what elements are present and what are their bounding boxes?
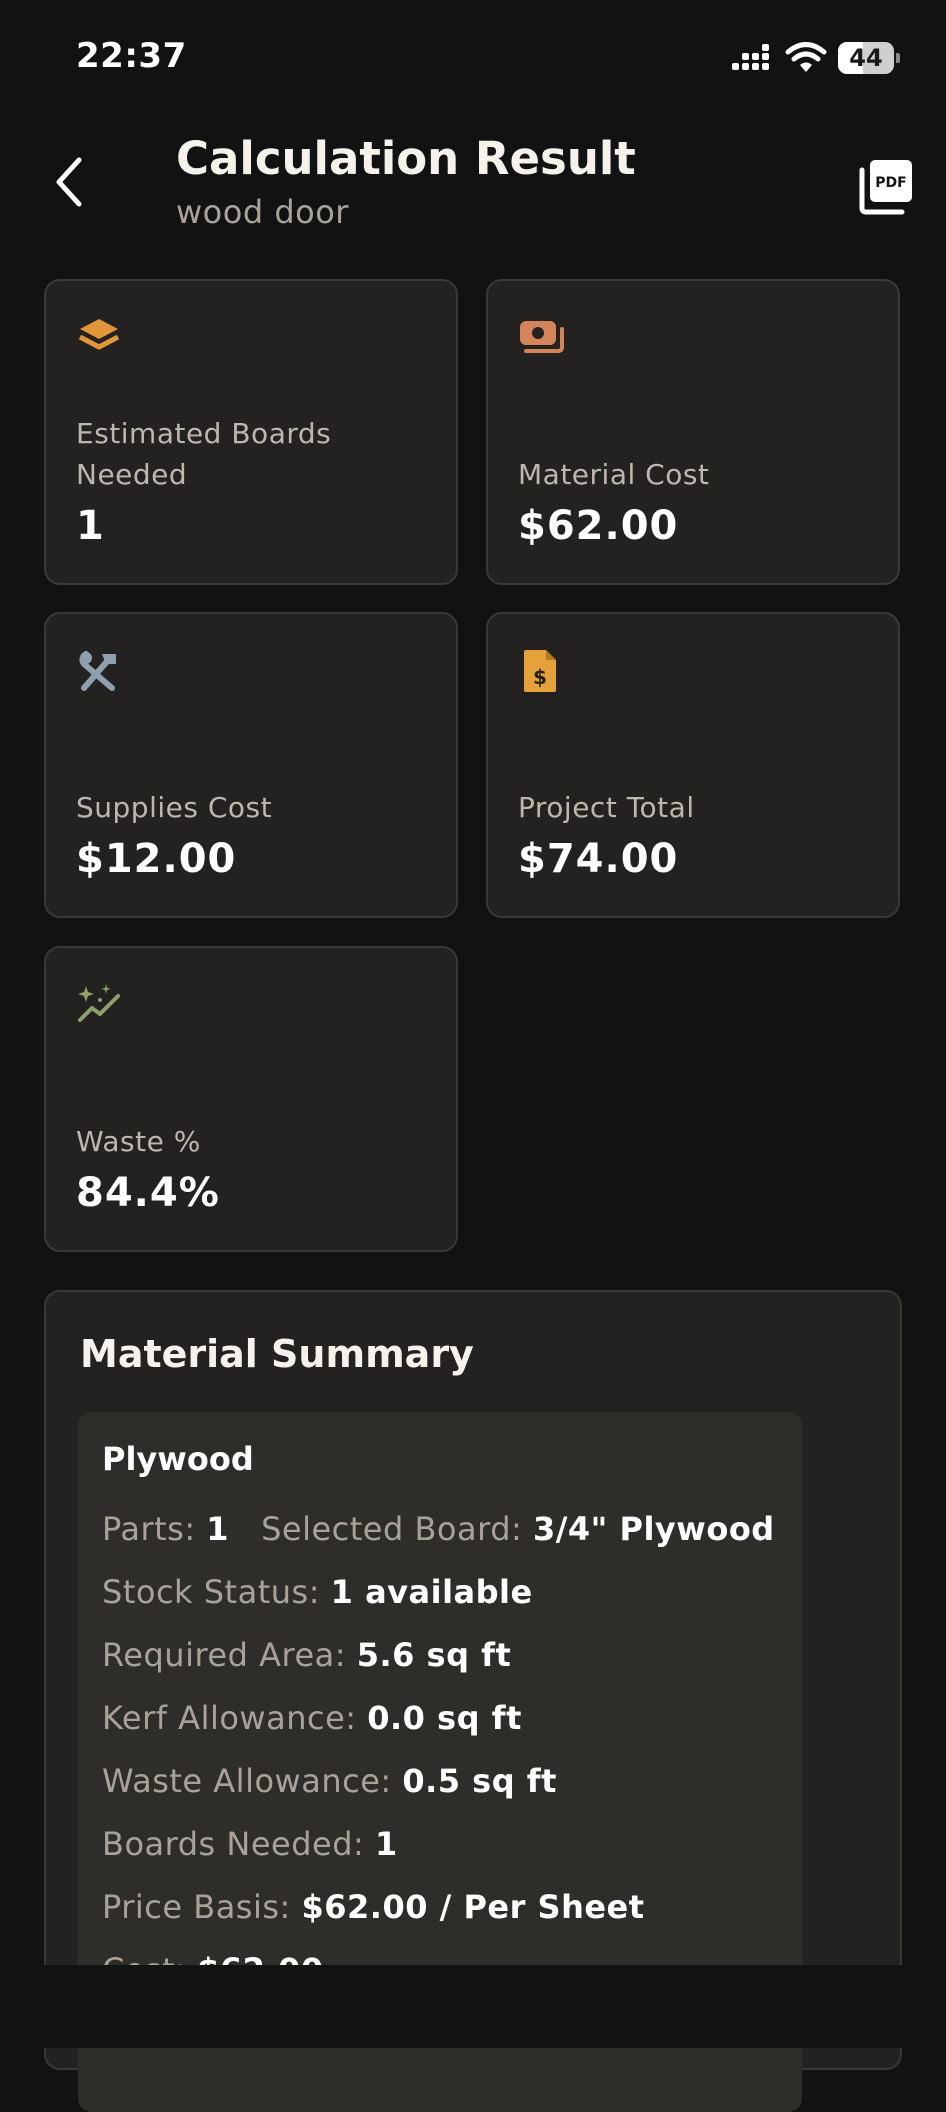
card-label: Project Total <box>518 791 695 824</box>
stock-status-row: Stock Status: 1 available <box>102 1573 533 1611</box>
boards-needed-card: Estimated Boards Needed 1 <box>44 279 458 585</box>
battery-indicator: 44 <box>838 42 900 74</box>
supplies-cost-card: Supplies Cost $12.00 <box>44 612 458 918</box>
page-subtitle: wood door <box>176 193 349 231</box>
card-label: Supplies Cost <box>76 791 273 824</box>
material-cost-card: Material Cost $62.00 <box>486 279 900 585</box>
back-button[interactable] <box>44 150 94 214</box>
cellular-signal-icon <box>732 44 769 70</box>
status-time: 22:37 <box>76 36 187 76</box>
card-value: 1 <box>76 503 105 549</box>
wifi-icon <box>785 42 827 72</box>
svg-text:$: $ <box>533 665 547 689</box>
tools-icon <box>79 651 116 691</box>
kerf-allowance-row: Kerf Allowance: 0.0 sq ft <box>102 1699 522 1737</box>
export-pdf-button[interactable]: PDF <box>856 156 916 216</box>
section-title: Material Summary <box>80 1332 474 1376</box>
boards-needed-row: Boards Needed: 1 <box>102 1825 398 1863</box>
required-area-row: Required Area: 5.6 sq ft <box>102 1636 512 1674</box>
header: Calculation Result wood door PDF <box>0 120 946 250</box>
waste-allowance-row: Waste Allowance: 0.5 sq ft <box>102 1762 557 1800</box>
bottom-area <box>0 1965 946 2048</box>
parts-row: Parts: 1 Selected Board: 3/4" Plywood <box>102 1510 775 1548</box>
card-label: Material Cost <box>518 458 710 491</box>
sparkle-chart-icon <box>78 984 120 1022</box>
card-value: $74.00 <box>518 836 679 882</box>
card-label: Waste % <box>76 1125 201 1158</box>
svg-text:PDF: PDF <box>875 175 906 191</box>
layers-icon <box>78 319 120 350</box>
waste-percent-card: Waste % 84.4% <box>44 946 458 1252</box>
card-label: Estimated Boards Needed <box>76 417 332 491</box>
battery-level: 44 <box>849 44 883 72</box>
status-bar: 22:37 44 <box>0 0 946 120</box>
pdf-icon: PDF <box>859 160 912 215</box>
page-title: Calculation Result <box>176 132 636 185</box>
card-value: $12.00 <box>76 836 237 882</box>
material-name: Plywood <box>102 1440 254 1478</box>
price-basis-row: Price Basis: $62.00 / Per Sheet <box>102 1888 645 1926</box>
invoice-dollar-icon: $ <box>524 650 556 692</box>
chevron-left-icon <box>56 157 82 207</box>
project-total-card: $ Project Total $74.00 <box>486 612 900 918</box>
money-icon <box>520 321 564 353</box>
card-value: 84.4% <box>76 1170 220 1216</box>
material-summary-panel: Material Summary Plywood Parts: 1 Selecte… <box>44 1290 902 2112</box>
card-value: $62.00 <box>518 503 679 549</box>
